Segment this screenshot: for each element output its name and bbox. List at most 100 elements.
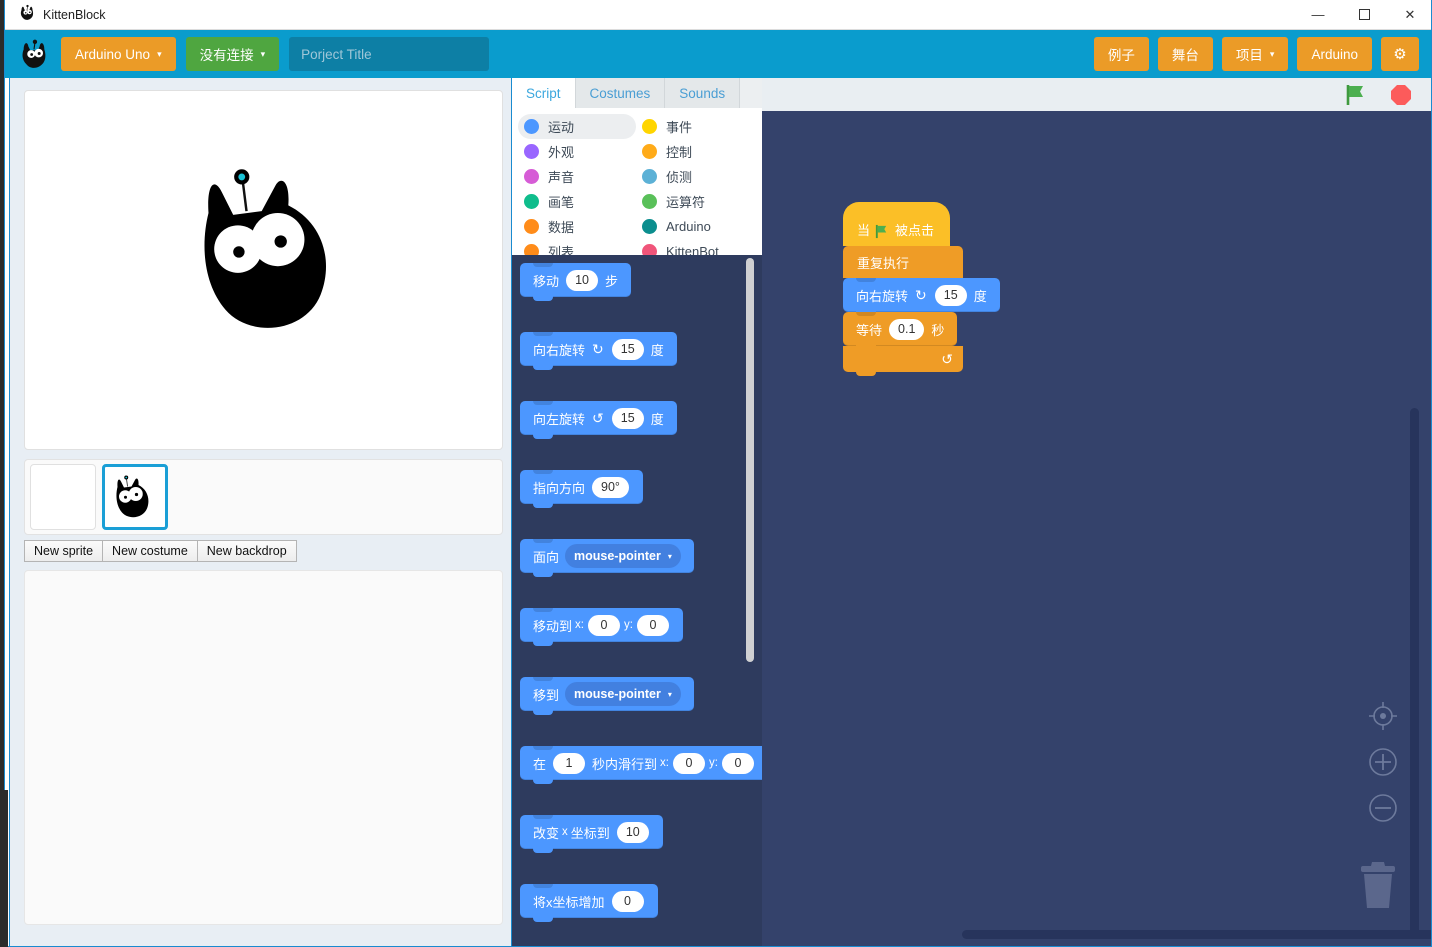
turn-left-block[interactable]: 向左旋转 ↺ 15 度 [520,401,677,439]
maximize-button[interactable] [1341,0,1387,29]
repeat-block-footer[interactable]: ↺ [843,346,963,376]
green-flag-icon [874,224,889,239]
plus-icon[interactable] [1366,745,1400,779]
goto-xy-block-label: 移动到 [533,618,573,634]
turn-right-block[interactable]: 向右旋转 ↻ 15 度 [843,278,1000,316]
category-item-数据[interactable]: 数据 [518,214,636,239]
script-stack[interactable]: 当 被点击 重复执行 向右旋转 ↻ 15 度 等待 0.1 秒 ↺ [843,202,1000,376]
sprite-tile-empty[interactable] [30,464,96,530]
category-item-侦测[interactable]: 侦测 [636,164,754,189]
workspace-horizontal-scrollbar[interactable] [962,930,1431,939]
goto-xy-block-input-4[interactable]: 0 [636,614,669,636]
repeat-block-header[interactable]: 重复执行 [843,246,963,278]
category-list: 运动 外观 声音 画笔 数据 列表 事件 控制 侦测 运算符 Arduino KittenBot [512,108,762,272]
project-menu-button[interactable]: 项目 ▾ [1221,37,1289,71]
minimize-button[interactable]: — [1295,0,1341,29]
examples-button[interactable]: 例子 [1093,37,1149,71]
move-steps-block[interactable]: 移动 10 步 [520,263,632,301]
wait-seconds-block[interactable]: 等待 0.1 秒 [843,312,958,350]
green-flag-button[interactable] [1343,83,1367,107]
desktop-background [0,790,8,947]
project-menu-label: 项目 [1235,48,1263,63]
board-select-button[interactable]: Arduino Uno ▾ [61,37,176,71]
tab-costumes[interactable]: Costumes [575,78,666,108]
glide-block-axis-label: y: [708,757,718,769]
close-button[interactable]: ✕ [1387,0,1431,29]
point-towards-block-dropdown[interactable]: mouse-pointer ▾ [565,544,681,568]
project-title-input[interactable] [289,37,490,71]
arduino-button[interactable]: Arduino [1297,37,1372,71]
category-item-画笔[interactable]: 画笔 [518,189,636,214]
glide-block[interactable]: 在 1 秒内滑行到 x: 0 y: 0 [520,746,762,784]
category-color-dot [524,144,539,159]
repeat-forever-block[interactable]: 重复执行 向右旋转 ↻ 15 度 等待 0.1 秒 ↺ [843,246,1000,376]
palette-scrollbar[interactable] [746,258,754,662]
goto-target-block-dropdown[interactable]: mouse-pointer ▾ [565,682,681,706]
category-label: 运算符 [666,195,706,210]
point-direction-block-input-1[interactable]: 90° [592,476,629,498]
palette-block-row: 指向方向 90° [520,470,752,508]
point-direction-block[interactable]: 指向方向 90° [520,470,643,508]
category-item-控制[interactable]: 控制 [636,139,754,164]
sprite-tile-kitten[interactable] [102,464,168,530]
header-right-buttons: 例子 舞台 项目 ▾ Arduino ⚙ [1093,37,1419,71]
goto-xy-block[interactable]: 移动到 x: 0 y: 0 [520,608,683,646]
category-color-dot [642,194,657,209]
category-item-运算符[interactable]: 运算符 [636,189,754,214]
change-x-block[interactable]: 将x坐标增加 0 [520,884,658,922]
point-direction-block-label: 指向方向 [533,480,586,496]
set-x-block[interactable]: 改变 x 坐标到 10 [520,815,663,853]
minus-icon[interactable] [1366,791,1400,825]
turn-right-block-input-2[interactable]: 15 [611,338,644,360]
tab-script[interactable]: Script [512,78,576,108]
wait-seconds-input[interactable]: 0.1 [889,318,925,340]
stop-button[interactable] [1389,83,1413,107]
point-towards-block[interactable]: 面向 mouse-pointer ▾ [520,539,694,577]
set-x-block-input-3[interactable]: 10 [616,821,649,843]
palette-block-row: 向右旋转 ↻ 15 度 [520,332,752,370]
turn-left-block-input-2[interactable]: 15 [611,407,644,429]
glide-block-input-4[interactable]: 0 [672,752,705,774]
category-item-运动[interactable]: 运动 [518,114,636,139]
settings-button[interactable]: ⚙ [1381,37,1419,71]
category-column-left: 运动 外观 声音 画笔 数据 列表 [518,114,636,264]
set-x-block-label: 坐标到 [570,825,610,841]
workspace-vertical-scrollbar[interactable] [1410,408,1419,938]
turn-right-block[interactable]: 向右旋转 ↻ 15 度 [520,332,677,370]
move-steps-block-input-1[interactable]: 10 [566,269,599,291]
stage-canvas[interactable] [24,90,503,450]
connection-button[interactable]: 没有连接 ▾ [185,37,280,71]
new-sprite-button[interactable]: New sprite [24,540,104,562]
goto-target-block[interactable]: 移到 mouse-pointer ▾ [520,677,694,715]
title-bar-left: KittenBlock [5,4,106,26]
block-palette[interactable]: 移动 10 步向右旋转 ↻ 15 度向左旋转 ↺ 15 度指向方向 90° 面向 mouse-poin… [512,255,762,946]
category-item-Arduino[interactable]: Arduino [636,214,754,239]
tab-sounds[interactable]: Sounds [665,78,741,108]
glide-block-label: 秒内滑行到 [592,756,658,772]
kitten-sprite[interactable] [180,156,370,346]
chevron-down-icon: ▾ [1269,48,1275,59]
kittenblock-logo-icon [19,4,35,26]
glide-block-input-1[interactable]: 1 [553,752,586,774]
glide-block-input-6[interactable]: 0 [721,752,754,774]
stage-button[interactable]: 舞台 [1157,37,1213,71]
category-item-事件[interactable]: 事件 [636,114,754,139]
move-steps-block-label: 步 [605,273,619,289]
goto-xy-block-input-2[interactable]: 0 [587,614,620,636]
sprite-detail-area [24,570,503,925]
turn-right-degrees-input[interactable]: 15 [934,284,967,306]
trash-icon[interactable] [1355,858,1401,915]
crosshair-icon[interactable] [1366,699,1400,733]
palette-block-row: 移动到 x: 0 y: 0 [520,608,752,646]
category-item-声音[interactable]: 声音 [518,164,636,189]
change-x-block-input-1[interactable]: 0 [611,890,644,912]
goto-xy-block-axis-label: x: [575,619,584,631]
goto-target-block-label: 移到 [533,687,560,703]
script-workspace[interactable]: 当 被点击 重复执行 向右旋转 ↻ 15 度 等待 0.1 秒 ↺ [762,78,1431,946]
palette-block-row: 在 1 秒内滑行到 x: 0 y: 0 [520,746,762,784]
new-backdrop-button[interactable]: New backdrop [196,540,297,562]
when-flag-clicked-block[interactable]: 当 被点击 [843,202,951,250]
new-costume-button[interactable]: New costume [102,540,198,562]
category-item-外观[interactable]: 外观 [518,139,636,164]
category-color-dot [642,219,657,234]
